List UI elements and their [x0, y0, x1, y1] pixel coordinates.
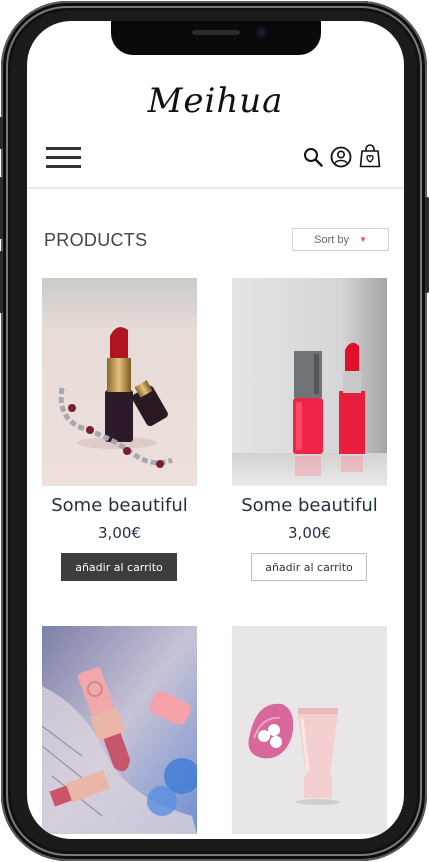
page-title: PRODUCTS: [44, 230, 148, 250]
sort-by-dropdown[interactable]: Sort by ▼: [292, 228, 389, 251]
mute-switch: [0, 117, 3, 149]
power-button: [425, 197, 429, 293]
lipstick-photo-2: [232, 278, 387, 486]
phone-frame: Meihua PRODUCTS Sort by ▼ Some beautiful…: [0, 1, 429, 861]
shopping-bag-icon[interactable]: [359, 144, 381, 168]
product-name-2[interactable]: Some beautiful: [232, 495, 387, 516]
speaker-grille: [192, 30, 240, 35]
front-camera: [256, 27, 267, 38]
product-image-1[interactable]: [42, 278, 197, 486]
add-to-cart-button-1[interactable]: añadir al carrito: [61, 553, 177, 581]
cream-tube-photo-4: [232, 626, 387, 834]
notch: [111, 21, 321, 55]
lipstick-photo-3: [42, 626, 197, 834]
volume-down-button: [0, 251, 3, 313]
sort-by-label: Sort by: [314, 233, 349, 246]
add-to-cart-button-2[interactable]: añadir al carrito: [251, 553, 367, 581]
search-icon[interactable]: [303, 147, 323, 167]
volume-up-button: [0, 177, 3, 239]
product-image-4[interactable]: [232, 626, 387, 834]
hamburger-menu-icon[interactable]: [46, 147, 81, 169]
product-price-1: 3,00€: [98, 524, 141, 542]
product-price-2: 3,00€: [288, 524, 331, 542]
product-name-1[interactable]: Some beautiful: [42, 495, 197, 516]
product-image-3[interactable]: [42, 626, 197, 834]
phone-screen: Meihua PRODUCTS Sort by ▼ Some beautiful…: [27, 21, 404, 839]
product-image-2[interactable]: [232, 278, 387, 486]
brand-logo[interactable]: Meihua: [27, 81, 404, 121]
header-divider: [27, 187, 404, 189]
lipstick-photo-1: [42, 278, 197, 486]
chevron-down-icon: ▼: [358, 235, 367, 244]
user-account-icon[interactable]: [330, 146, 352, 168]
